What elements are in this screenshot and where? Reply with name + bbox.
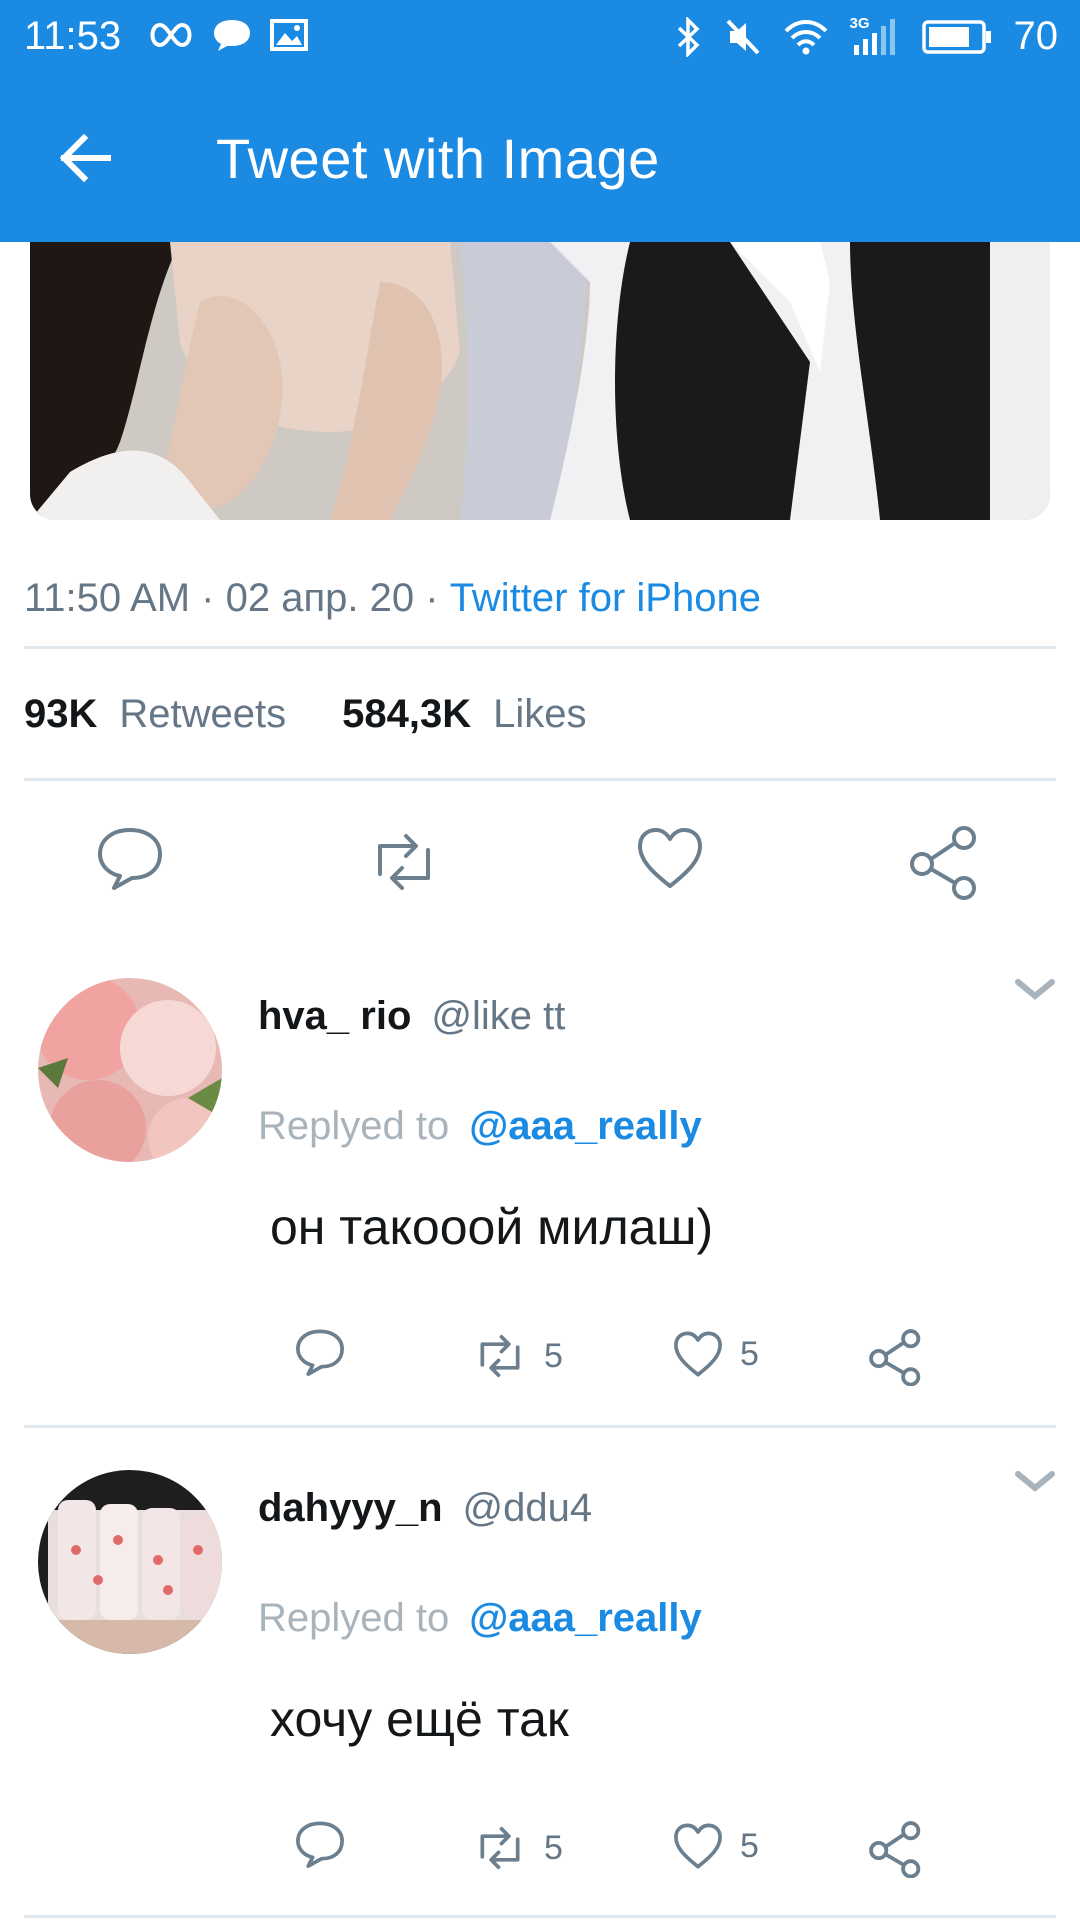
retweet-icon	[480, 1827, 520, 1869]
chevron-down-icon[interactable]	[1012, 974, 1058, 1004]
tweet-time: 11:50 AM	[24, 576, 191, 620]
tweet-source-link[interactable]: Twitter for iPhone	[450, 576, 761, 620]
tweet-image[interactable]	[30, 242, 1050, 520]
replied-to-label: Replyed to	[258, 1596, 450, 1640]
chat-bubble-icon	[214, 20, 250, 51]
likes-label[interactable]: Likes	[493, 692, 586, 737]
reply-text: хочу ещё так	[270, 1691, 569, 1747]
reply-icon[interactable]	[92, 820, 168, 896]
meta-separator: ·	[201, 576, 215, 620]
wifi-icon	[784, 19, 827, 54]
reply-author-handle[interactable]: @ddu4	[463, 1486, 593, 1530]
like-button[interactable]: 5	[670, 1326, 759, 1382]
like-count: 5	[740, 1334, 759, 1373]
reply-author[interactable]: dahyyy_n @ddu4	[258, 1486, 592, 1531]
reply-author-handle[interactable]: @like tt	[431, 994, 565, 1038]
reply-item[interactable]: hva_ rio @like tt Replyed to @aaa_really о…	[0, 966, 1080, 1426]
mute-icon	[726, 19, 759, 54]
share-icon[interactable]	[908, 824, 984, 900]
likes-count[interactable]: 584,3K	[342, 692, 471, 737]
retweet-icon	[480, 1335, 520, 1377]
signal-icon: 3G	[850, 15, 900, 57]
retweet-button[interactable]: 5	[470, 1820, 563, 1876]
reply-actions: 5 5	[0, 1324, 1080, 1394]
like-button[interactable]: 5	[670, 1818, 759, 1874]
divider	[24, 646, 1056, 649]
replied-to-handle[interactable]: @aaa_really	[469, 1104, 702, 1148]
divider	[24, 778, 1056, 781]
tweet-date: 02 апр. 20	[225, 576, 415, 620]
share-icon[interactable]	[868, 1328, 926, 1386]
share-icon[interactable]	[868, 1820, 926, 1878]
meta-separator: ·	[425, 576, 439, 620]
reply-icon[interactable]	[292, 1324, 348, 1380]
infinity-icon	[150, 22, 192, 48]
reply-icon[interactable]	[292, 1816, 348, 1872]
retweet-icon[interactable]	[366, 824, 442, 900]
tweet-actions	[0, 820, 1080, 910]
replied-to: Replyed to @aaa_really	[258, 1596, 702, 1641]
retweets-label[interactable]: Retweets	[119, 692, 286, 737]
battery-level: 70	[1013, 14, 1059, 58]
retweet-count: 5	[544, 1336, 563, 1375]
retweets-count[interactable]: 93K	[24, 692, 97, 737]
tweet-stats: 93K Retweets 584,3K Likes	[24, 692, 587, 737]
image-icon	[270, 19, 308, 51]
retweet-count: 5	[544, 1828, 563, 1867]
status-bar: 11:53 3G 70	[0, 0, 1080, 76]
divider	[24, 1425, 1056, 1428]
avatar[interactable]	[38, 978, 222, 1162]
chevron-down-icon[interactable]	[1012, 1466, 1058, 1496]
bluetooth-icon	[677, 16, 700, 57]
reply-author[interactable]: hva_ rio @like tt	[258, 994, 565, 1039]
app-bar: Tweet with Image	[0, 76, 1080, 242]
tweet-meta: 11:50 AM · 02 апр. 20 · Twitter for iPho…	[24, 576, 761, 621]
reply-author-name[interactable]: dahyyy_n	[258, 1486, 443, 1530]
avatar[interactable]	[38, 1470, 222, 1654]
battery-icon	[921, 19, 991, 54]
divider	[24, 1915, 1056, 1918]
arrow-left-icon[interactable]	[54, 126, 118, 190]
like-icon	[674, 1823, 722, 1869]
replied-to-handle[interactable]: @aaa_really	[469, 1596, 702, 1640]
replied-to: Replyed to @aaa_really	[258, 1104, 702, 1149]
reply-author-name[interactable]: hva_ rio	[258, 994, 411, 1038]
reply-item[interactable]: dahyyy_n @ddu4 Replyed to @aaa_really хочу…	[0, 1458, 1080, 1920]
status-time: 11:53	[24, 14, 122, 58]
like-count: 5	[740, 1826, 759, 1865]
tweet-photo	[30, 242, 1050, 520]
like-icon	[674, 1331, 722, 1377]
reply-actions: 5 5	[0, 1816, 1080, 1886]
like-icon[interactable]	[632, 820, 708, 896]
replied-to-label: Replyed to	[258, 1104, 450, 1148]
retweet-button[interactable]: 5	[470, 1328, 563, 1384]
page-title: Tweet with Image	[216, 127, 660, 190]
reply-text: он такооой милаш)	[270, 1199, 714, 1255]
